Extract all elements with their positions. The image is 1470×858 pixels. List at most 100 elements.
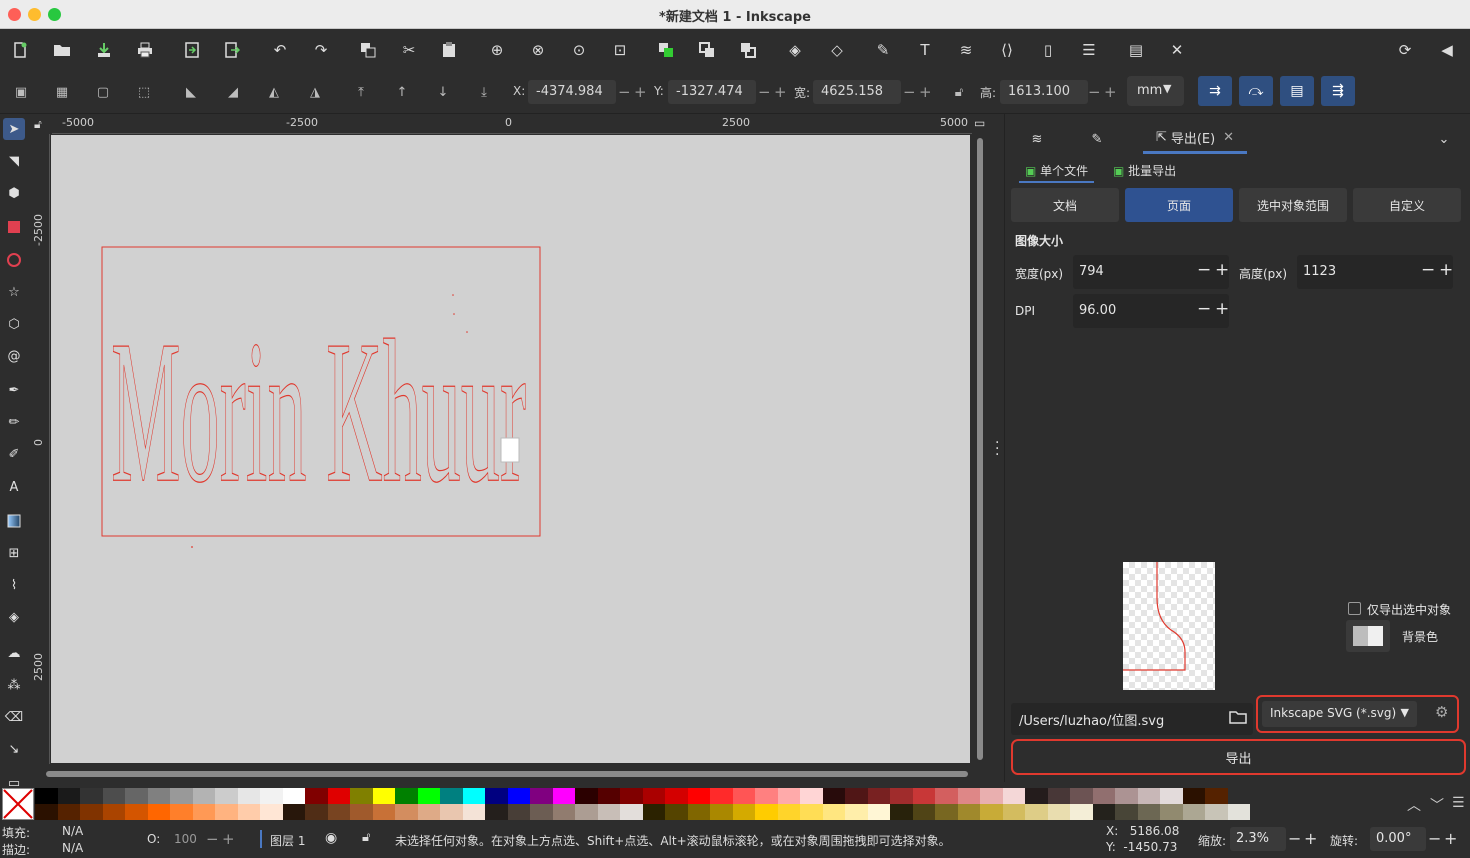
opacity-value[interactable]: 100 (174, 832, 197, 846)
rotate-field[interactable]: 0.00° (1370, 827, 1426, 851)
raise-icon[interactable]: ↑ (391, 81, 413, 103)
lower-icon[interactable]: ↓ (432, 81, 454, 103)
color-swatch[interactable] (485, 788, 508, 804)
color-swatch[interactable] (687, 788, 710, 804)
color-swatch[interactable] (710, 804, 733, 820)
horizontal-scrollbar[interactable] (46, 770, 968, 778)
color-swatch[interactable] (822, 788, 845, 804)
color-swatch[interactable] (372, 788, 395, 804)
gear-icon[interactable]: ⚙ (1435, 703, 1448, 721)
paint-bucket-tool-icon[interactable]: ◈ (3, 606, 25, 628)
import-icon[interactable] (180, 38, 204, 62)
pen-tool-icon[interactable]: ✒ (3, 379, 25, 401)
palette-scroll-up-icon[interactable]: ︿ (1407, 795, 1421, 815)
tab-export[interactable]: ⇱ 导出(E) ✕ (1143, 124, 1247, 154)
color-swatch[interactable] (777, 788, 800, 804)
color-swatch[interactable] (957, 804, 980, 820)
color-swatch[interactable] (80, 804, 103, 820)
color-swatch[interactable] (980, 804, 1003, 820)
color-swatch[interactable] (102, 804, 125, 820)
color-swatch[interactable] (462, 788, 485, 804)
palette-scroll-down-icon[interactable]: ﹀ (1430, 795, 1444, 815)
export-format-select[interactable]: Inkscape SVG (*.svg) ▼ (1262, 701, 1417, 727)
export-icon[interactable] (220, 38, 244, 62)
color-swatch[interactable] (1160, 788, 1183, 804)
color-swatch[interactable] (440, 804, 463, 820)
select-all-icon[interactable]: ▣ (10, 81, 32, 103)
collapse-toolbar-icon[interactable]: ◀ (1435, 38, 1459, 62)
color-swatch[interactable] (1137, 804, 1160, 820)
panel-menu-chevron-icon[interactable]: ⌄ (1429, 124, 1459, 154)
save-icon[interactable] (92, 38, 116, 62)
dpi-increment-button[interactable]: + (1215, 299, 1229, 319)
color-swatch[interactable] (890, 804, 913, 820)
color-swatch[interactable] (215, 788, 238, 804)
color-swatch[interactable] (620, 804, 643, 820)
color-swatch[interactable] (192, 788, 215, 804)
area-page-button[interactable]: 页面 (1125, 188, 1233, 222)
color-swatch[interactable] (282, 788, 305, 804)
export-selected-only-checkbox[interactable] (1348, 602, 1361, 615)
color-swatch[interactable] (1160, 804, 1183, 820)
new-document-icon[interactable] (8, 38, 32, 62)
flip-vertical-icon[interactable]: ◮ (304, 81, 326, 103)
gradient-tool-icon[interactable] (3, 510, 25, 532)
paste-icon[interactable] (437, 38, 461, 62)
star-tool-icon[interactable]: ☆ (3, 281, 25, 303)
color-swatch[interactable] (597, 788, 620, 804)
zoom-selection-icon[interactable]: ⊕ (485, 38, 509, 62)
color-swatch[interactable] (1070, 788, 1093, 804)
color-swatch[interactable] (1137, 788, 1160, 804)
color-swatch[interactable] (125, 804, 148, 820)
color-swatch[interactable] (440, 788, 463, 804)
color-swatch[interactable] (845, 788, 868, 804)
text-tool-icon[interactable]: A (3, 476, 25, 498)
color-swatch[interactable] (1227, 804, 1250, 820)
width-px-increment-button[interactable]: + (1215, 260, 1229, 280)
fill-stroke-tab-icon[interactable]: ✎ (1077, 124, 1117, 154)
eraser-tool-icon[interactable]: ⌫ (3, 706, 25, 728)
color-swatch[interactable] (147, 804, 170, 820)
area-selection-button[interactable]: 选中对象范围 (1239, 188, 1347, 222)
spiral-tool-icon[interactable]: @ (3, 345, 25, 367)
layer-lock-icon[interactable]: 🔓︎ (362, 830, 370, 845)
color-swatch[interactable] (845, 804, 868, 820)
layer-visibility-icon[interactable]: ◉ (325, 830, 337, 846)
color-swatch[interactable] (732, 804, 755, 820)
color-swatch[interactable] (642, 804, 665, 820)
lock-ratio-icon[interactable]: 🔓︎ (948, 81, 970, 103)
zoom-page-icon[interactable]: ⊙ (567, 38, 591, 62)
dpi-decrement-button[interactable]: − (1197, 299, 1211, 319)
stroke-value[interactable]: N/A (62, 841, 83, 855)
color-swatch[interactable] (215, 804, 238, 820)
color-swatch[interactable] (35, 788, 58, 804)
raise-to-top-icon[interactable]: ⤒ (350, 81, 372, 103)
color-swatch[interactable] (800, 788, 823, 804)
color-swatch[interactable] (912, 788, 935, 804)
select-all-layers-icon[interactable]: ▦ (51, 81, 73, 103)
height-increment-button[interactable]: + (1104, 83, 1117, 101)
color-swatch[interactable] (170, 788, 193, 804)
height-field[interactable]: 1613.100 (1000, 80, 1088, 104)
color-swatch[interactable] (530, 788, 553, 804)
export-button[interactable]: 导出 (1011, 739, 1466, 775)
current-layer[interactable]: 图层 1 (270, 832, 305, 849)
color-swatch[interactable] (642, 788, 665, 804)
color-swatch[interactable] (350, 804, 373, 820)
folder-browse-icon[interactable] (1229, 710, 1247, 728)
align-icon[interactable]: ☰ (1077, 38, 1101, 62)
spray-tool-icon[interactable]: ⁂ (3, 674, 25, 696)
deselect-icon[interactable]: ▢ (92, 81, 114, 103)
objects-icon[interactable]: ▯ (1036, 38, 1060, 62)
vertical-scrollbar[interactable] (976, 138, 984, 760)
open-icon[interactable] (50, 38, 74, 62)
subtab-single-file[interactable]: ▣ 单个文件 (1019, 160, 1095, 183)
rotate-increment-button[interactable]: + (1444, 829, 1457, 848)
color-swatch[interactable] (1205, 788, 1228, 804)
scale-corners-toggle[interactable]: ⤼ (1239, 76, 1273, 106)
touch-select-icon[interactable]: ⬚ (133, 81, 155, 103)
color-swatch[interactable] (1182, 788, 1205, 804)
subtab-batch-export[interactable]: ▣ 批量导出 (1107, 160, 1182, 181)
document-properties-icon[interactable]: ▤ (1124, 38, 1148, 62)
y-decrement-button[interactable]: − (758, 83, 771, 101)
